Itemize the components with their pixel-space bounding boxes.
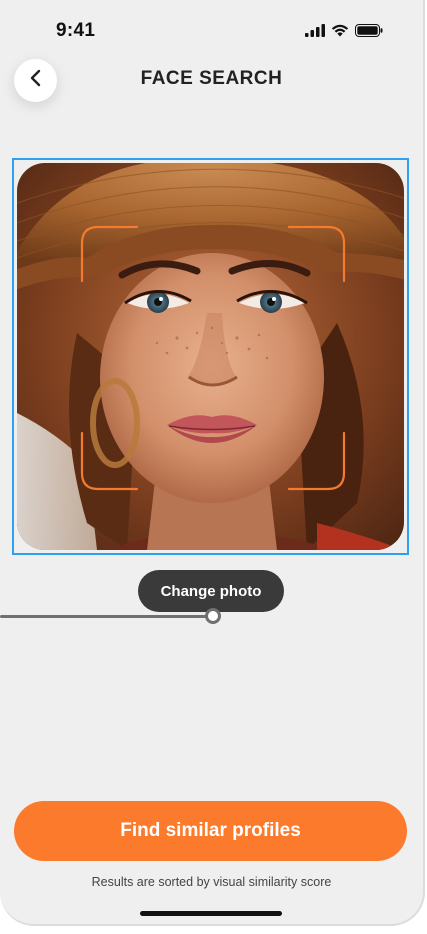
- face-photo: [17, 163, 404, 550]
- wifi-icon: [331, 24, 349, 42]
- home-indicator[interactable]: [140, 911, 282, 916]
- scroll-indicator-knob[interactable]: [205, 608, 221, 624]
- find-similar-profiles-button[interactable]: Find similar profiles: [14, 801, 407, 861]
- scroll-indicator-track: [0, 615, 210, 618]
- results-note: Results are sorted by visual similarity …: [91, 875, 332, 889]
- status-time: 9:41: [56, 20, 96, 41]
- change-photo-button[interactable]: Change photo: [138, 570, 284, 612]
- status-icons: [305, 24, 383, 42]
- phone-screen: 9:41 FACE SEARCH Change photo Find simil…: [0, 0, 425, 926]
- cellular-signal-icon: [305, 24, 325, 42]
- photo-selection-frame[interactable]: [12, 158, 409, 555]
- phone-corner: [383, 0, 423, 40]
- battery-icon: [355, 24, 383, 42]
- page-title: FACE SEARCH: [140, 68, 283, 89]
